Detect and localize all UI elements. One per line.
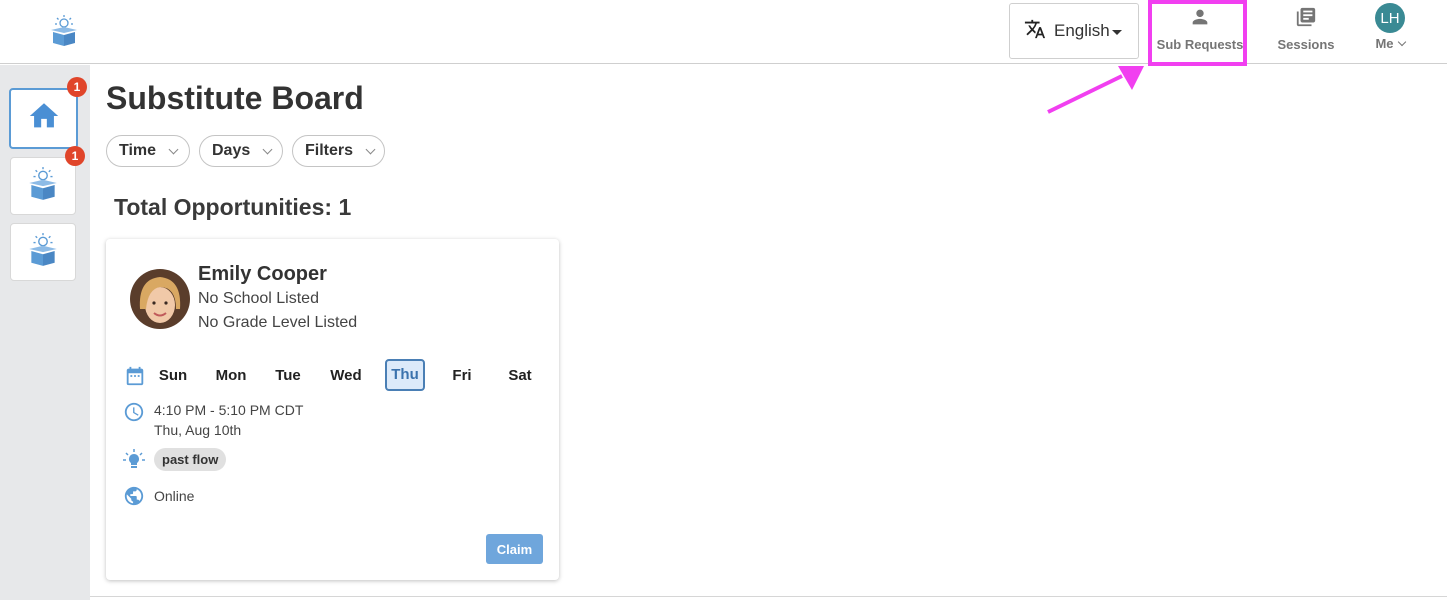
person-grade: No Grade Level Listed bbox=[198, 314, 358, 331]
day-tue: Tue bbox=[275, 367, 301, 384]
claim-button[interactable]: Claim bbox=[486, 534, 543, 564]
lightbulb-box-icon bbox=[25, 166, 61, 207]
sidebar: 1 1 bbox=[0, 65, 90, 600]
person-school: No School Listed bbox=[198, 290, 319, 307]
location-text: Online bbox=[154, 488, 195, 504]
chevron-down-icon bbox=[1397, 37, 1406, 47]
chevron-down-icon bbox=[262, 144, 273, 154]
avatar: LH bbox=[1375, 3, 1405, 33]
sidebar-item-program-1[interactable] bbox=[10, 157, 76, 215]
chevron-down-icon bbox=[168, 144, 179, 154]
page-title: Substitute Board bbox=[106, 80, 364, 116]
lightbulb-box-icon bbox=[25, 232, 61, 273]
filter-filters-label: Filters bbox=[305, 142, 354, 159]
caret-down-icon bbox=[1111, 29, 1122, 35]
library-books-icon bbox=[1295, 6, 1317, 33]
filter-days[interactable]: Days bbox=[199, 135, 283, 167]
session-date: Thu, Aug 10th bbox=[154, 422, 242, 438]
home-icon bbox=[27, 99, 61, 138]
language-label: English bbox=[1054, 21, 1110, 40]
annotation-arrow-icon bbox=[1047, 66, 1144, 114]
day-mon: Mon bbox=[215, 367, 247, 384]
day-thu-selected: Thu bbox=[385, 359, 425, 391]
annotation-highlight-box bbox=[1148, 0, 1247, 66]
nav-sessions[interactable]: Sessions bbox=[1271, 6, 1341, 52]
profile-photo bbox=[130, 269, 190, 329]
day-fri: Fri bbox=[452, 367, 472, 384]
notification-badge: 1 bbox=[65, 146, 85, 166]
total-opportunities: Total Opportunities: 1 bbox=[114, 194, 352, 220]
day-sun: Sun bbox=[158, 367, 188, 384]
session-time: 4:10 PM - 5:10 PM CDT bbox=[154, 402, 304, 418]
nav-me-label: Me bbox=[1375, 36, 1394, 51]
person-name: Emily Cooper bbox=[198, 263, 327, 285]
translate-icon bbox=[1024, 18, 1046, 45]
sidebar-item-home[interactable] bbox=[9, 88, 78, 149]
filter-days-label: Days bbox=[212, 142, 251, 159]
nav-me-menu[interactable]: LH Me bbox=[1365, 3, 1415, 51]
day-wed: Wed bbox=[330, 367, 362, 384]
chevron-down-icon bbox=[365, 144, 376, 154]
filter-filters[interactable]: Filters bbox=[292, 135, 385, 167]
divider bbox=[90, 596, 1447, 597]
nav-sessions-label: Sessions bbox=[1277, 37, 1335, 52]
clock-icon bbox=[123, 401, 145, 428]
globe-icon bbox=[123, 485, 145, 512]
opportunity-card: Emily Cooper No School Listed No Grade L… bbox=[106, 239, 559, 580]
day-sat: Sat bbox=[508, 367, 532, 384]
lightbulb-icon bbox=[122, 448, 146, 477]
app-logo-icon[interactable] bbox=[47, 14, 81, 48]
language-selector[interactable]: English bbox=[1009, 3, 1139, 59]
filter-time-label: Time bbox=[119, 142, 157, 159]
flow-tag: past flow bbox=[154, 448, 227, 471]
notification-badge: 1 bbox=[67, 77, 87, 97]
calendar-icon bbox=[124, 365, 146, 392]
sidebar-item-program-2[interactable] bbox=[10, 223, 76, 281]
filter-time[interactable]: Time bbox=[106, 135, 190, 167]
